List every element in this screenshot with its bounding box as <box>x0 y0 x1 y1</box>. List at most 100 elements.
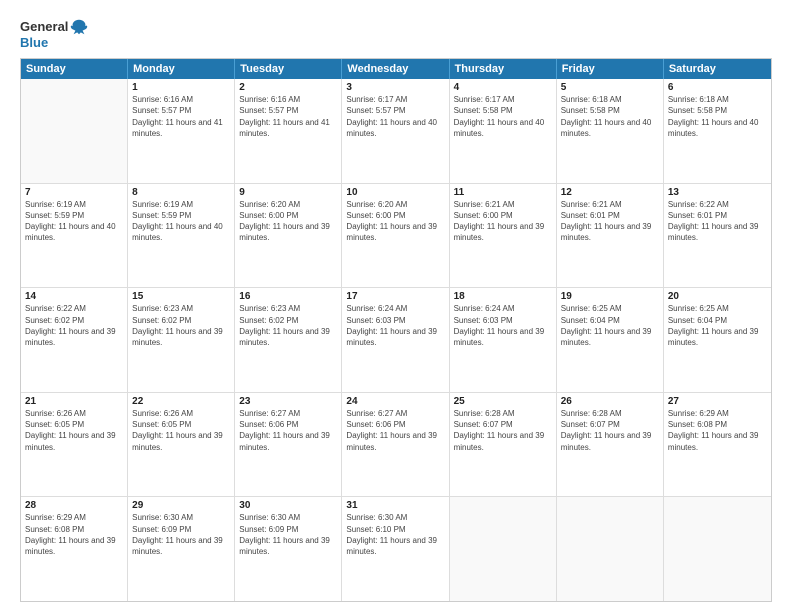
day-number: 3 <box>346 82 444 93</box>
calendar-cell: 5Sunrise: 6:18 AMSunset: 5:58 PMDaylight… <box>557 79 664 183</box>
sunset-text: Sunset: 6:03 PM <box>346 315 444 326</box>
sunrise-text: Sunrise: 6:28 AM <box>454 408 552 419</box>
calendar-cell: 20Sunrise: 6:25 AMSunset: 6:04 PMDayligh… <box>664 288 771 392</box>
day-number: 4 <box>454 82 552 93</box>
calendar-cell: 15Sunrise: 6:23 AMSunset: 6:02 PMDayligh… <box>128 288 235 392</box>
sunrise-text: Sunrise: 6:30 AM <box>239 512 337 523</box>
sunrise-text: Sunrise: 6:29 AM <box>25 512 123 523</box>
daylight-text: Daylight: 11 hours and 39 minutes. <box>239 326 337 348</box>
day-number: 7 <box>25 187 123 198</box>
sunset-text: Sunset: 6:00 PM <box>454 210 552 221</box>
sunrise-text: Sunrise: 6:23 AM <box>239 303 337 314</box>
daylight-text: Daylight: 11 hours and 39 minutes. <box>25 430 123 452</box>
sunrise-text: Sunrise: 6:18 AM <box>668 94 767 105</box>
calendar-cell: 28Sunrise: 6:29 AMSunset: 6:08 PMDayligh… <box>21 497 128 601</box>
calendar-cell: 13Sunrise: 6:22 AMSunset: 6:01 PMDayligh… <box>664 184 771 288</box>
page: General Blue SundayMondayTuesdayWednesda… <box>0 0 792 612</box>
calendar-header-cell: Monday <box>128 59 235 79</box>
calendar-header: SundayMondayTuesdayWednesdayThursdayFrid… <box>21 59 771 79</box>
logo-text-general: General <box>20 20 68 34</box>
calendar-cell: 12Sunrise: 6:21 AMSunset: 6:01 PMDayligh… <box>557 184 664 288</box>
sunrise-text: Sunrise: 6:21 AM <box>561 199 659 210</box>
daylight-text: Daylight: 11 hours and 40 minutes. <box>668 117 767 139</box>
day-number: 15 <box>132 291 230 302</box>
logo-text-blue: Blue <box>20 36 48 50</box>
sunset-text: Sunset: 6:03 PM <box>454 315 552 326</box>
daylight-text: Daylight: 11 hours and 40 minutes. <box>454 117 552 139</box>
calendar-row: 14Sunrise: 6:22 AMSunset: 6:02 PMDayligh… <box>21 288 771 393</box>
daylight-text: Daylight: 11 hours and 39 minutes. <box>346 326 444 348</box>
daylight-text: Daylight: 11 hours and 39 minutes. <box>132 430 230 452</box>
sunrise-text: Sunrise: 6:25 AM <box>561 303 659 314</box>
daylight-text: Daylight: 11 hours and 39 minutes. <box>25 326 123 348</box>
sunrise-text: Sunrise: 6:16 AM <box>132 94 230 105</box>
sunset-text: Sunset: 6:00 PM <box>346 210 444 221</box>
calendar-cell: 31Sunrise: 6:30 AMSunset: 6:10 PMDayligh… <box>342 497 449 601</box>
daylight-text: Daylight: 11 hours and 40 minutes. <box>25 221 123 243</box>
day-number: 27 <box>668 396 767 407</box>
daylight-text: Daylight: 11 hours and 40 minutes. <box>346 117 444 139</box>
sunset-text: Sunset: 6:07 PM <box>454 419 552 430</box>
sunrise-text: Sunrise: 6:19 AM <box>25 199 123 210</box>
sunset-text: Sunset: 5:57 PM <box>239 105 337 116</box>
daylight-text: Daylight: 11 hours and 39 minutes. <box>132 326 230 348</box>
sunrise-text: Sunrise: 6:28 AM <box>561 408 659 419</box>
sunset-text: Sunset: 5:58 PM <box>561 105 659 116</box>
calendar-cell: 11Sunrise: 6:21 AMSunset: 6:00 PMDayligh… <box>450 184 557 288</box>
sunset-text: Sunset: 6:04 PM <box>668 315 767 326</box>
calendar-header-cell: Sunday <box>21 59 128 79</box>
calendar-header-cell: Thursday <box>450 59 557 79</box>
sunrise-text: Sunrise: 6:18 AM <box>561 94 659 105</box>
sunset-text: Sunset: 6:01 PM <box>668 210 767 221</box>
calendar-header-cell: Wednesday <box>342 59 449 79</box>
calendar-cell: 18Sunrise: 6:24 AMSunset: 6:03 PMDayligh… <box>450 288 557 392</box>
day-number: 23 <box>239 396 337 407</box>
sunset-text: Sunset: 6:05 PM <box>132 419 230 430</box>
calendar-cell: 23Sunrise: 6:27 AMSunset: 6:06 PMDayligh… <box>235 393 342 497</box>
day-number: 11 <box>454 187 552 198</box>
calendar-cell: 4Sunrise: 6:17 AMSunset: 5:58 PMDaylight… <box>450 79 557 183</box>
calendar: SundayMondayTuesdayWednesdayThursdayFrid… <box>20 58 772 602</box>
calendar-cell: 22Sunrise: 6:26 AMSunset: 6:05 PMDayligh… <box>128 393 235 497</box>
sunset-text: Sunset: 6:06 PM <box>346 419 444 430</box>
sunrise-text: Sunrise: 6:23 AM <box>132 303 230 314</box>
day-number: 24 <box>346 396 444 407</box>
sunrise-text: Sunrise: 6:16 AM <box>239 94 337 105</box>
sunset-text: Sunset: 5:59 PM <box>132 210 230 221</box>
sunrise-text: Sunrise: 6:24 AM <box>454 303 552 314</box>
daylight-text: Daylight: 11 hours and 41 minutes. <box>132 117 230 139</box>
calendar-row: 1Sunrise: 6:16 AMSunset: 5:57 PMDaylight… <box>21 79 771 184</box>
calendar-cell: 26Sunrise: 6:28 AMSunset: 6:07 PMDayligh… <box>557 393 664 497</box>
daylight-text: Daylight: 11 hours and 39 minutes. <box>239 430 337 452</box>
day-number: 19 <box>561 291 659 302</box>
calendar-header-cell: Tuesday <box>235 59 342 79</box>
sunset-text: Sunset: 6:10 PM <box>346 524 444 535</box>
day-number: 8 <box>132 187 230 198</box>
sunset-text: Sunset: 5:57 PM <box>346 105 444 116</box>
calendar-cell: 24Sunrise: 6:27 AMSunset: 6:06 PMDayligh… <box>342 393 449 497</box>
sunset-text: Sunset: 6:07 PM <box>561 419 659 430</box>
daylight-text: Daylight: 11 hours and 39 minutes. <box>346 430 444 452</box>
calendar-cell <box>21 79 128 183</box>
daylight-text: Daylight: 11 hours and 40 minutes. <box>561 117 659 139</box>
daylight-text: Daylight: 11 hours and 39 minutes. <box>25 535 123 557</box>
sunset-text: Sunset: 6:04 PM <box>561 315 659 326</box>
daylight-text: Daylight: 11 hours and 39 minutes. <box>561 430 659 452</box>
day-number: 31 <box>346 500 444 511</box>
daylight-text: Daylight: 11 hours and 39 minutes. <box>561 221 659 243</box>
calendar-row: 7Sunrise: 6:19 AM Sunset: 5:59 PM Daylight… <box>21 184 771 289</box>
day-number: 6 <box>668 82 767 93</box>
sunrise-text: Sunrise: 6:25 AM <box>668 303 767 314</box>
calendar-cell: 30Sunrise: 6:30 AMSunset: 6:09 PMDayligh… <box>235 497 342 601</box>
sunset-text: Sunset: 5:58 PM <box>454 105 552 116</box>
daylight-text: Daylight: 11 hours and 39 minutes. <box>668 221 767 243</box>
daylight-text: Daylight: 11 hours and 39 minutes. <box>239 535 337 557</box>
sunset-text: Sunset: 6:06 PM <box>239 419 337 430</box>
sunset-text: Sunset: 5:57 PM <box>132 105 230 116</box>
day-number: 14 <box>25 291 123 302</box>
daylight-text: Daylight: 11 hours and 39 minutes. <box>668 430 767 452</box>
calendar-cell: 1Sunrise: 6:16 AMSunset: 5:57 PMDaylight… <box>128 79 235 183</box>
sunrise-text: Sunrise: 6:27 AM <box>239 408 337 419</box>
sunrise-text: Sunrise: 6:20 AM <box>346 199 444 210</box>
header: General Blue <box>20 18 772 50</box>
